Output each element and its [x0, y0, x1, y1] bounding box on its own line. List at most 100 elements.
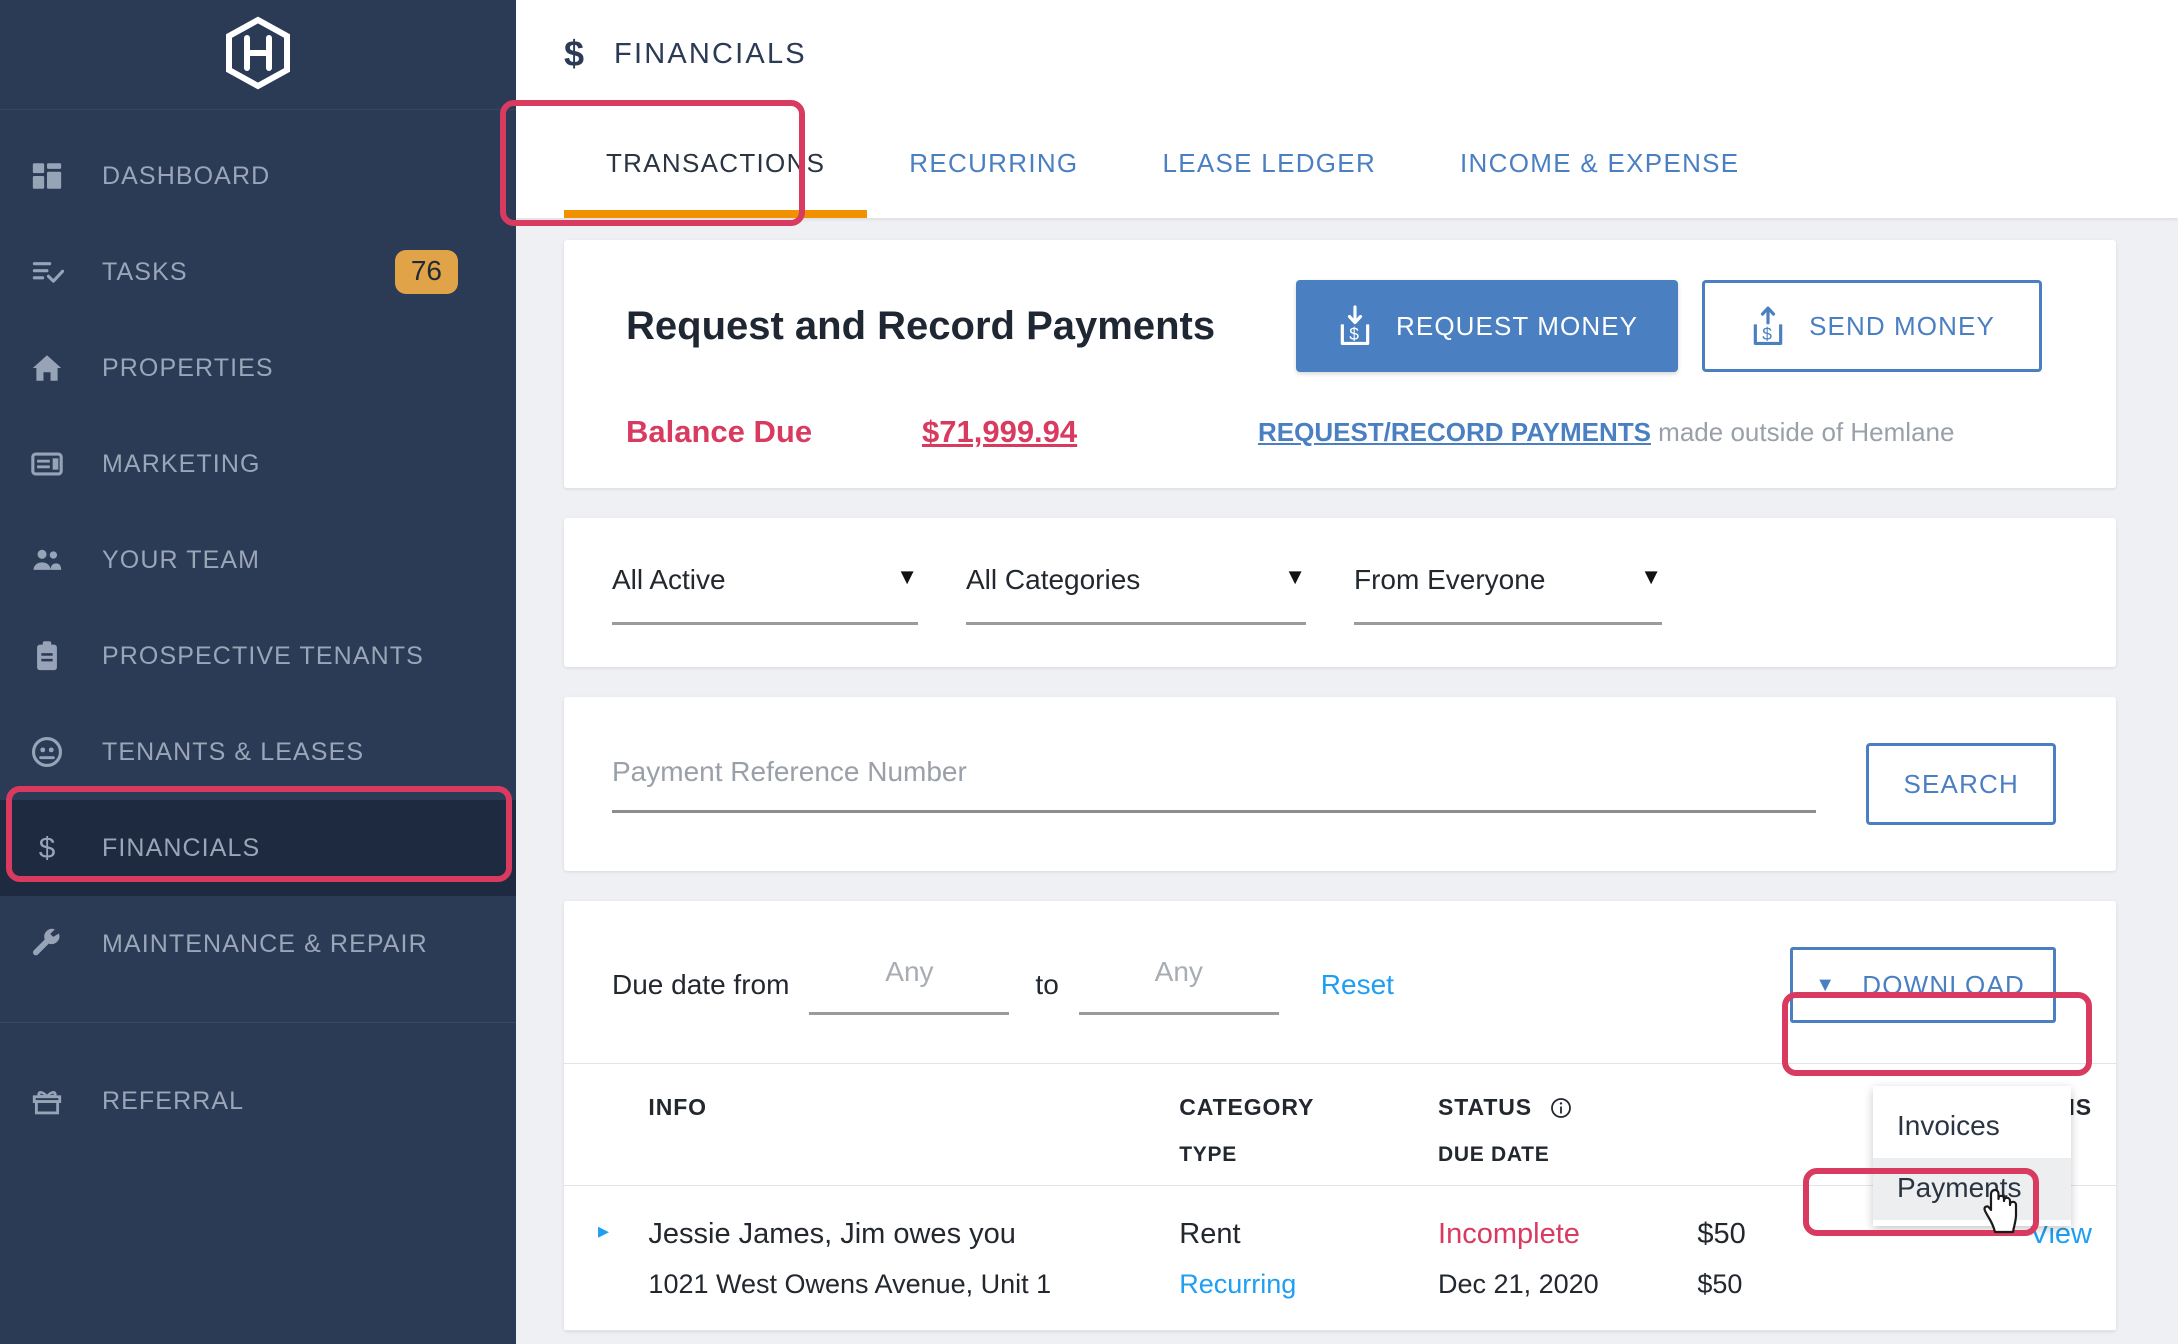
sidebar-item-label: DASHBOARD	[102, 161, 271, 190]
sidebar-item-maintenance-repair[interactable]: MAINTENANCE & REPAIR	[0, 896, 516, 992]
chevron-down-icon: ▼	[1815, 973, 1837, 996]
due-date-from-label: Due date from	[612, 969, 790, 1000]
row-expand-toggle[interactable]: ▸	[564, 1185, 649, 1331]
tab-bar: TRANSACTIONS RECURRING LEASE LEDGER INCO…	[516, 108, 2178, 218]
page-header: $ FINANCIALS	[516, 0, 2178, 108]
marketing-icon	[30, 447, 84, 481]
outside-payments-text: made outside of Hemlane	[1650, 416, 1955, 447]
page-title: FINANCIALS	[614, 37, 807, 70]
mouse-cursor	[1983, 1188, 2021, 1239]
tab-label: RECURRING	[909, 147, 1079, 178]
reset-filters-link[interactable]: Reset	[1321, 969, 1394, 1001]
download-menu-item-invoices[interactable]: Invoices	[1873, 1096, 2071, 1158]
request-record-payments-link[interactable]: REQUEST/RECORD PAYMENTS	[1258, 417, 1651, 447]
info-circle-icon[interactable]	[1549, 1094, 1573, 1121]
sidebar-item-label: FINANCIALS	[102, 833, 261, 862]
face-icon	[30, 735, 84, 769]
home-icon	[30, 351, 84, 385]
sidebar-item-dashboard[interactable]: DASHBOARD	[0, 128, 516, 224]
app-logo[interactable]	[0, 0, 516, 110]
sidebar-item-referral[interactable]: REFERRAL	[0, 1053, 516, 1149]
tab-label: INCOME & EXPENSE	[1460, 147, 1740, 178]
sidebar-item-tenants-leases[interactable]: TENANTS & LEASES	[0, 704, 516, 800]
sidebar-item-your-team[interactable]: YOUR TEAM	[0, 512, 516, 608]
download-menu-item-payments[interactable]: Payments	[1873, 1158, 2071, 1220]
outside-payments-note: REQUEST/RECORD PAYMENTS made outside of …	[1258, 417, 1954, 448]
button-label: SEND MONEY	[1809, 310, 1995, 341]
row-amount-value: $50	[1697, 1218, 1746, 1250]
sidebar-item-label: PROPERTIES	[102, 353, 274, 382]
request-money-icon: $	[1340, 305, 1370, 345]
main-panel: $ FINANCIALS TRANSACTIONS RECURRING LEAS…	[516, 0, 2178, 1344]
svg-text:$: $	[1762, 324, 1773, 344]
dollar-icon: $	[564, 33, 585, 74]
tab-label: LEASE LEDGER	[1162, 147, 1377, 178]
download-button[interactable]: ▼ DOWNLOAD	[1790, 947, 2056, 1023]
button-label: DOWNLOAD	[1862, 969, 2025, 1000]
tab-income-expense[interactable]: INCOME & EXPENSE	[1418, 108, 1781, 218]
search-card: SEARCH	[564, 697, 2116, 871]
sidebar-item-tasks[interactable]: TASKS 76	[0, 224, 516, 320]
balance-due-label: Balance Due	[626, 414, 813, 449]
row-info-primary: Jessie James, Jim owes you	[648, 1218, 1016, 1250]
th-due-date-label: DUE DATE	[1438, 1143, 1550, 1166]
row-amount-sub: $50	[1697, 1269, 1743, 1299]
th-status-label: STATUS	[1438, 1094, 1533, 1120]
send-money-button[interactable]: $ SEND MONEY	[1702, 280, 2042, 372]
filters-card: All Active ▼ All Categories ▼ From Every…	[564, 518, 2116, 667]
sidebar-item-label: YOUR TEAM	[102, 545, 261, 574]
download-dropdown-menu: Invoices Payments	[1873, 1086, 2071, 1226]
tab-transactions[interactable]: TRANSACTIONS	[564, 108, 868, 218]
sidebar-nav: DASHBOARD TASKS 76 PROPERTIES MARKETING …	[0, 110, 516, 1149]
balance-row: Balance Due $71,999.94 REQUEST/RECORD PA…	[626, 414, 2058, 450]
chevron-down-icon: ▼	[1284, 564, 1306, 589]
tasks-icon	[30, 255, 84, 289]
sidebar-item-marketing[interactable]: MARKETING	[0, 416, 516, 512]
due-date-to-label: to	[1035, 969, 1059, 1000]
due-date-to-input[interactable]: Any	[1078, 956, 1279, 1015]
row-info-address: 1021 West Owens Avenue, Unit 1	[648, 1269, 1052, 1299]
app-root: DASHBOARD TASKS 76 PROPERTIES MARKETING …	[0, 0, 2178, 1344]
from-filter-value: From Everyone	[1354, 564, 1546, 595]
sidebar-item-label: PROSPECTIVE TENANTS	[102, 641, 424, 670]
card-title: Request and Record Payments	[626, 303, 1216, 348]
wrench-icon	[30, 927, 84, 961]
row-type-value[interactable]: Recurring	[1179, 1269, 1438, 1300]
sidebar-item-label: TASKS	[102, 257, 188, 286]
balance-due-amount[interactable]: $71,999.94	[922, 414, 1222, 450]
tab-label: TRANSACTIONS	[606, 147, 826, 178]
sidebar-item-properties[interactable]: PROPERTIES	[0, 320, 516, 416]
request-money-button[interactable]: $ REQUEST MONEY	[1296, 280, 1679, 372]
search-input[interactable]	[612, 755, 1817, 813]
dollar-icon: $	[30, 831, 84, 865]
pointing-hand-cursor-icon	[1983, 1188, 2018, 1234]
th-category: CATEGORY TYPE	[1179, 1064, 1438, 1186]
row-category-value: Rent	[1179, 1218, 1241, 1250]
button-label: REQUEST MONEY	[1396, 310, 1639, 341]
sidebar-item-financials[interactable]: $ FINANCIALS	[0, 800, 516, 896]
request-record-payments-card: Request and Record Payments $ REQUEST MO…	[564, 240, 2116, 488]
people-icon	[30, 543, 84, 577]
tab-lease-ledger[interactable]: LEASE LEDGER	[1120, 108, 1418, 218]
chevron-down-icon: ▼	[1640, 564, 1662, 589]
search-button[interactable]: SEARCH	[1866, 743, 2056, 825]
status-badge: Incomplete	[1438, 1218, 1580, 1250]
row-status: Incomplete Dec 21, 2020	[1438, 1185, 1698, 1331]
status-filter-value: All Active	[612, 564, 726, 595]
clipboard-icon	[30, 639, 84, 673]
category-filter-select[interactable]: All Categories ▼	[966, 564, 1306, 625]
hemlane-hexagon-logo-icon	[226, 16, 290, 89]
th-info: INFO	[648, 1094, 707, 1120]
row-info: Jessie James, Jim owes you 1021 West Owe…	[648, 1185, 1180, 1331]
tab-recurring[interactable]: RECURRING	[867, 108, 1120, 218]
send-money-icon: $	[1753, 306, 1783, 345]
row-due-date: Dec 21, 2020	[1438, 1269, 1599, 1299]
chevron-down-icon: ▼	[896, 564, 918, 589]
sidebar-item-label: TENANTS & LEASES	[102, 737, 365, 766]
from-filter-select[interactable]: From Everyone ▼	[1354, 564, 1662, 625]
status-filter-select[interactable]: All Active ▼	[612, 564, 918, 625]
sidebar-item-prospective-tenants[interactable]: PROSPECTIVE TENANTS	[0, 608, 516, 704]
payments-actions-row: Request and Record Payments $ REQUEST MO…	[626, 280, 2058, 372]
due-date-from-input[interactable]: Any	[809, 956, 1010, 1015]
tasks-count-badge: 76	[394, 250, 458, 294]
